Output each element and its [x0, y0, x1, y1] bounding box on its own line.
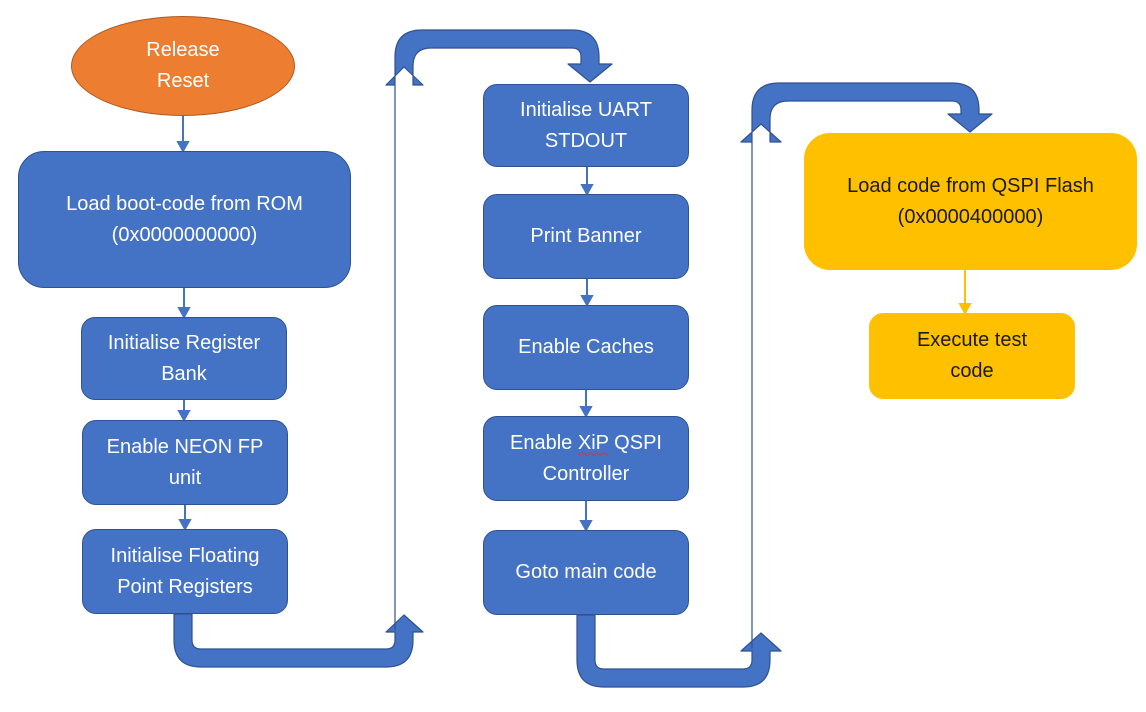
node-load-boot-code-rom: Load boot-code from ROM (0x0000000000) — [18, 151, 351, 288]
node-label: Enable XiP QSPI — [510, 428, 662, 459]
arrowhead — [177, 410, 191, 423]
node-enable-xip-qspi-controller: Enable XiP QSPI Controller — [483, 416, 689, 501]
arrowhead — [580, 295, 594, 308]
node-goto-main-code: Goto main code — [483, 530, 689, 615]
node-label: Reset — [156, 70, 210, 92]
node-label: Release — [146, 39, 220, 61]
label-part: Enable — [510, 431, 578, 454]
uturn-arrow-col2-to-col3-bottom — [576, 614, 782, 688]
node-label: Initialise Floating — [110, 544, 260, 567]
node-label: Load code from QSPI Flash — [847, 174, 1094, 197]
rom-address: (0x0000000000) — [111, 223, 258, 246]
arrowhead — [579, 406, 593, 419]
arrowhead — [177, 307, 191, 320]
node-label: Enable NEON FP — [106, 435, 264, 458]
node-label: Initialise UART — [520, 98, 652, 121]
node-label: code — [950, 360, 994, 382]
start-node-release-reset: Release Reset — [71, 16, 295, 116]
arrowhead — [958, 303, 972, 316]
uturn-arrow-col1-to-col2-bottom — [173, 613, 424, 668]
node-enable-caches: Enable Caches — [483, 305, 689, 390]
node-label: Load boot-code from ROM — [66, 192, 303, 215]
node-label: unit — [168, 466, 202, 489]
spellcheck-flagged-word: XiP — [577, 431, 609, 454]
node-label: Execute test — [916, 329, 1028, 351]
node-initialise-register-bank: Initialise Register Bank — [81, 317, 287, 400]
node-label: Controller — [542, 462, 630, 485]
node-execute-test-code: Execute test code — [869, 313, 1075, 399]
node-initialise-fp-registers: Initialise Floating Point Registers — [82, 529, 288, 614]
node-label: STDOUT — [544, 129, 628, 152]
qspi-address: (0x0000400000) — [897, 205, 1044, 228]
node-load-code-qspi-flash: Load code from QSPI Flash (0x0000400000) — [804, 133, 1137, 270]
node-initialise-uart-stdout: Initialise UART STDOUT — [483, 84, 689, 167]
node-label: Enable Caches — [518, 336, 654, 358]
arrowhead — [176, 141, 190, 154]
node-label: Goto main code — [515, 561, 657, 583]
node-label: Bank — [161, 362, 207, 385]
node-print-banner: Print Banner — [483, 194, 689, 279]
node-enable-neon-fp: Enable NEON FP unit — [82, 420, 288, 505]
label-part: QSPI — [608, 431, 662, 454]
node-label: Print Banner — [530, 225, 642, 247]
arrowhead — [579, 520, 593, 533]
node-label: Point Registers — [117, 575, 253, 598]
arrowhead — [580, 184, 594, 197]
node-label: Initialise Register — [107, 331, 261, 354]
arrowhead — [178, 519, 192, 532]
